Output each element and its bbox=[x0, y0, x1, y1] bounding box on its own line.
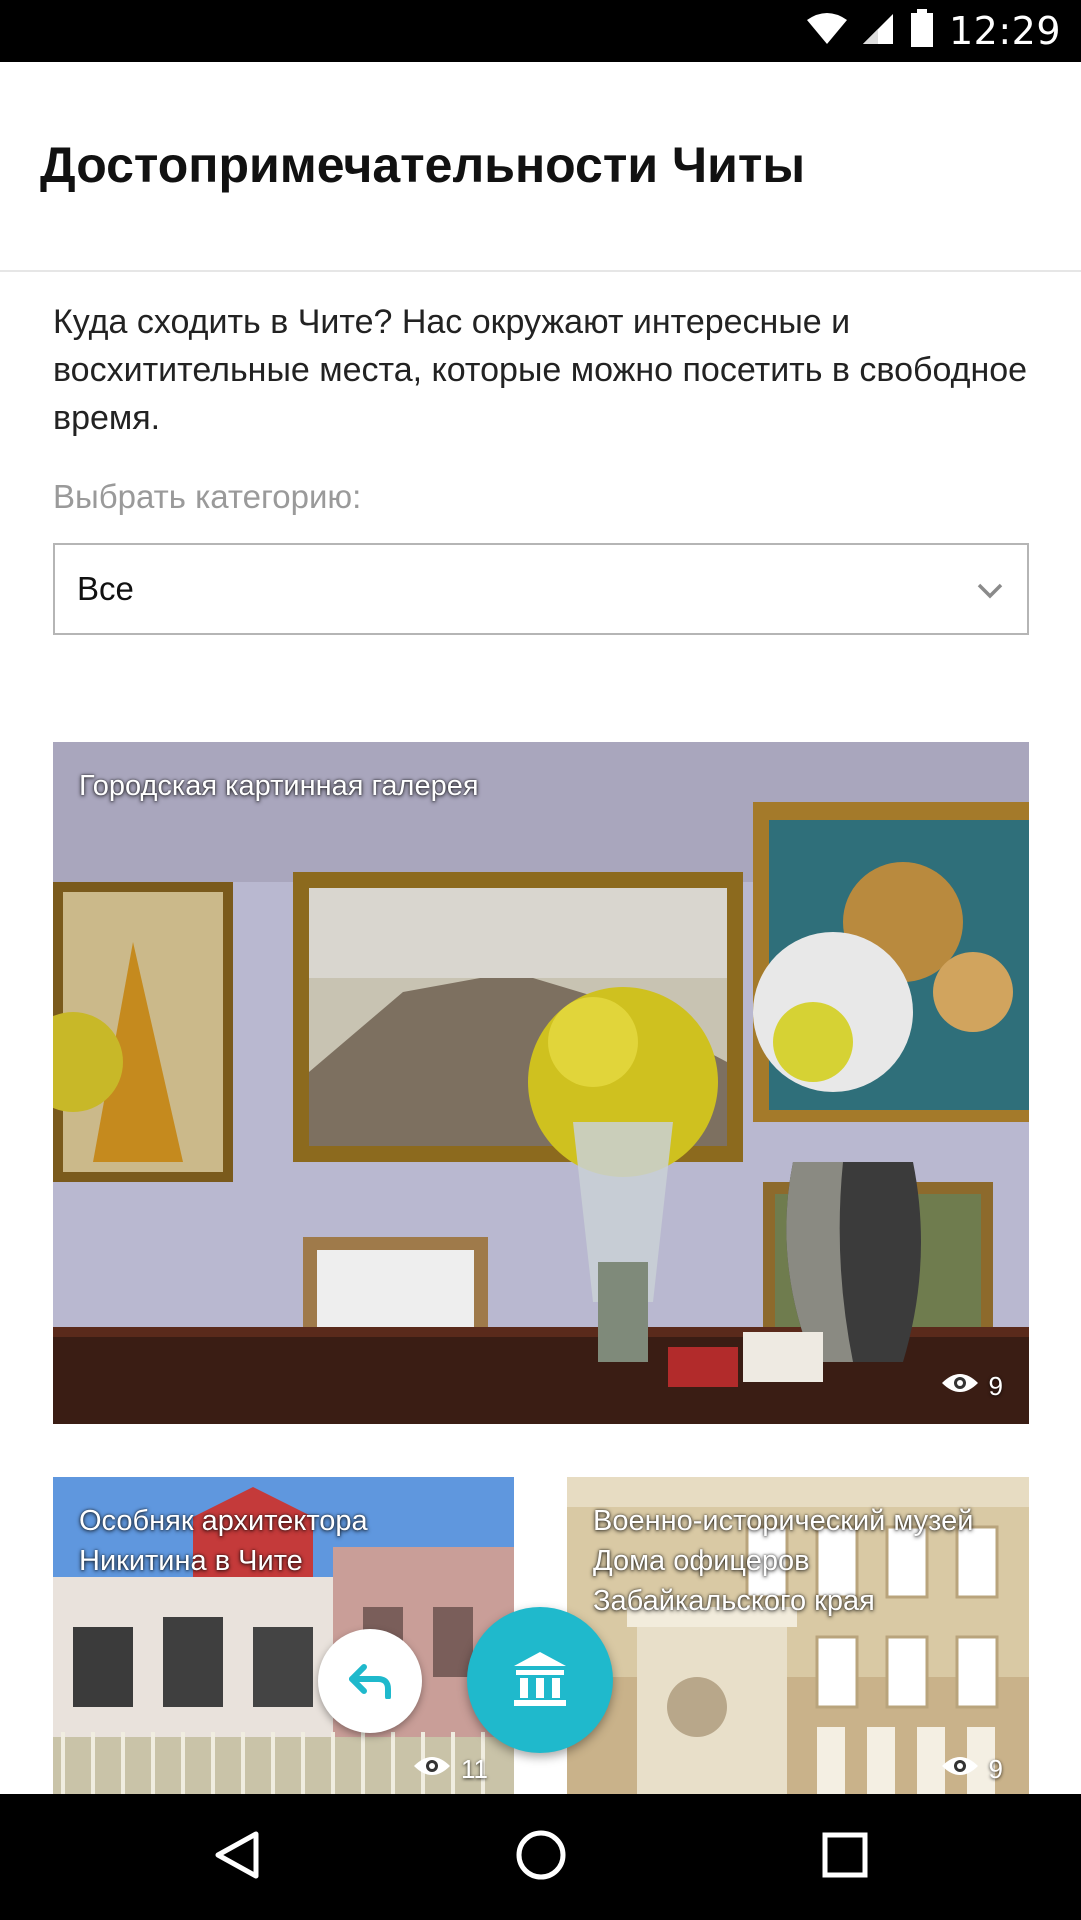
gallery-photo bbox=[53, 742, 1029, 1424]
eye-icon bbox=[941, 1754, 979, 1785]
page-title: Достопримечательности Читы bbox=[40, 137, 806, 193]
category-selected-value: Все bbox=[77, 570, 134, 607]
navigation-bar bbox=[0, 1794, 1081, 1920]
app-header: Достопримечательности Читы bbox=[0, 62, 1081, 272]
nav-home-button[interactable] bbox=[481, 1794, 601, 1920]
museum-fab-button[interactable] bbox=[467, 1607, 613, 1753]
nav-recents-button[interactable] bbox=[785, 1794, 905, 1920]
battery-icon bbox=[909, 8, 935, 54]
status-time: 12:29 bbox=[948, 9, 1061, 53]
museum-icon bbox=[514, 1652, 566, 1713]
place-card-military-museum[interactable]: Военно-исторический музей Дома офицеров … bbox=[567, 1477, 1029, 1794]
place-title: Военно-исторический музей Дома офицеров … bbox=[593, 1505, 974, 1617]
views-counter: 9 bbox=[941, 1371, 1003, 1402]
views-counter: 9 bbox=[941, 1754, 1003, 1785]
reply-arrow-icon bbox=[348, 1663, 392, 1704]
eye-icon bbox=[413, 1754, 451, 1785]
home-circle-icon bbox=[515, 1829, 567, 1886]
back-fab-button[interactable] bbox=[318, 1629, 422, 1733]
category-label: Выбрать категорию: bbox=[53, 478, 362, 515]
chevron-down-icon bbox=[975, 575, 1005, 605]
eye-icon bbox=[941, 1371, 979, 1402]
signal-icon bbox=[861, 12, 895, 51]
content-area[interactable]: Куда сходить в Чите? Нас окружают интере… bbox=[0, 274, 1081, 1794]
status-bar: 12:29 bbox=[0, 0, 1081, 62]
nav-back-button[interactable] bbox=[177, 1794, 297, 1920]
views-count: 9 bbox=[988, 1371, 1003, 1401]
recents-square-icon bbox=[822, 1832, 868, 1883]
wifi-icon bbox=[806, 12, 847, 51]
place-title: Особняк архитектора Никитина в Чите bbox=[79, 1505, 368, 1577]
views-count: 11 bbox=[461, 1754, 488, 1784]
views-counter: 11 bbox=[413, 1754, 488, 1785]
place-card-nikitin-mansion[interactable]: Особняк архитектора Никитина в Чите 11 bbox=[53, 1477, 514, 1794]
category-select[interactable]: Все bbox=[53, 543, 1029, 635]
intro-text: Куда сходить в Чите? Нас окружают интере… bbox=[53, 303, 1028, 437]
back-triangle-icon bbox=[214, 1830, 260, 1885]
place-title: Городская картинная галерея bbox=[79, 770, 479, 802]
views-count: 9 bbox=[988, 1754, 1003, 1784]
place-card-gallery[interactable]: Городская картинная галерея 9 bbox=[53, 742, 1029, 1424]
status-icons: 12:29 bbox=[806, 0, 1061, 62]
